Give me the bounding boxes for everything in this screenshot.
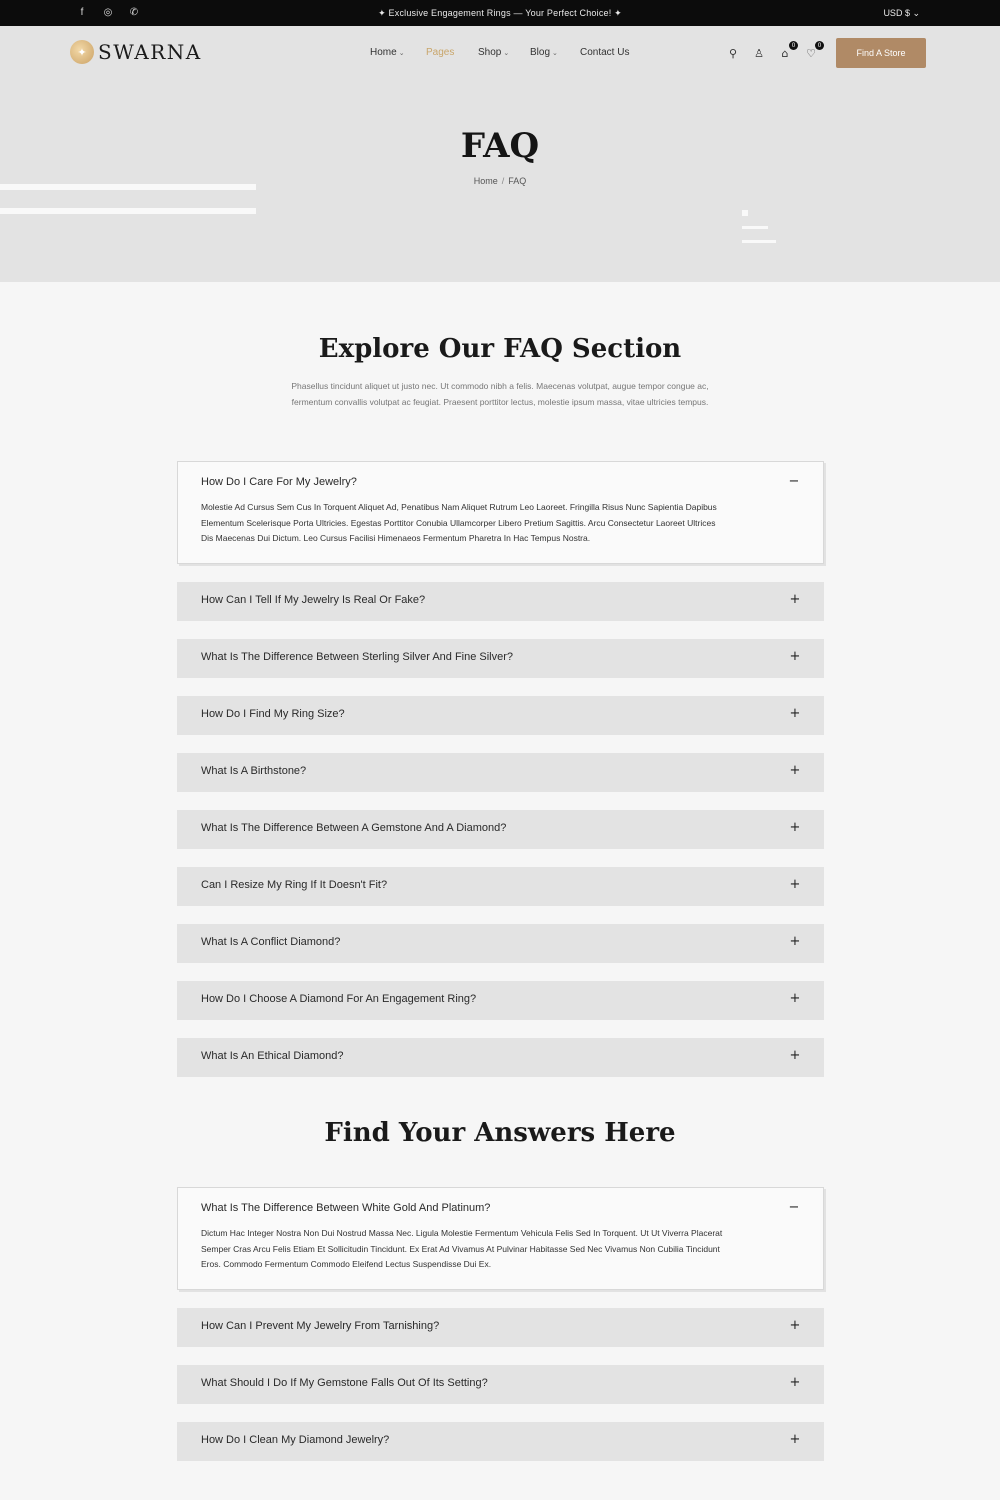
wishlist-icon[interactable]: ♡ 0: [804, 41, 824, 60]
decorative-line: [0, 208, 256, 214]
faq-question[interactable]: How Do I Clean My Diamond Jewelry?: [201, 1434, 389, 1446]
cart-glyph: ⌂: [781, 46, 789, 60]
faq-answer: Molestie Ad Cursus Sem Cus In Torquent A…: [201, 502, 717, 543]
nav-item-contact[interactable]: Contact Us: [580, 47, 629, 58]
faq-item[interactable]: Can I Resize My Ring If It Doesn't Fit? +: [177, 866, 824, 906]
logo-text: SWARNA: [98, 40, 202, 64]
plus-icon[interactable]: +: [788, 763, 802, 778]
chevron-down-icon: ⌄: [503, 49, 510, 57]
account-icon[interactable]: ♙: [752, 46, 766, 60]
faq-question[interactable]: What Should I Do If My Gemstone Falls Ou…: [201, 1377, 488, 1389]
nav-item-home[interactable]: Home ⌄: [370, 47, 426, 58]
plus-icon[interactable]: +: [788, 934, 802, 949]
faq-question[interactable]: How Do I Find My Ring Size?: [201, 708, 345, 720]
cart-icon[interactable]: ⌂ 0: [778, 41, 798, 60]
nav-label: Pages: [426, 47, 455, 58]
faq-item[interactable]: What Is The Difference Between A Gemston…: [177, 809, 824, 849]
faq-item[interactable]: How Can I Prevent My Jewelry From Tarnis…: [177, 1307, 824, 1347]
plus-icon[interactable]: +: [788, 991, 802, 1006]
faq-answer: Dictum Hac Integer Nostra Non Dui Nostru…: [201, 1228, 723, 1269]
breadcrumb-separator: /: [501, 176, 505, 186]
faq-item[interactable]: What Is The Difference Between White Gol…: [177, 1187, 824, 1290]
breadcrumb-current: FAQ: [508, 176, 527, 186]
nav-item-pages[interactable]: Pages: [426, 47, 478, 58]
faq-item[interactable]: How Can I Tell If My Jewelry Is Real Or …: [177, 581, 824, 621]
faq-list: How Do I Care For My Jewelry? − Molestie A…: [177, 461, 824, 1095]
faq-item[interactable]: What Is A Conflict Diamond? +: [177, 923, 824, 963]
chevron-down-icon: ⌄: [552, 49, 558, 57]
nav-item-shop[interactable]: Shop ⌄: [478, 47, 530, 58]
main-nav: Home ⌄ Pages Shop ⌄ Blog ⌄ Contact Us: [370, 47, 629, 58]
faq-item[interactable]: How Do I Clean My Diamond Jewelry? +: [177, 1421, 824, 1461]
minus-icon[interactable]: −: [787, 1200, 801, 1215]
faq-question[interactable]: What Is The Difference Between A Gemston…: [201, 822, 506, 834]
wishlist-count-badge: 0: [815, 41, 824, 50]
plus-icon[interactable]: +: [788, 820, 802, 835]
header-icons: ⚲ ♙ ⌂ 0 ♡ 0: [726, 41, 824, 60]
page-title: FAQ: [460, 126, 540, 166]
plus-icon[interactable]: +: [788, 592, 802, 607]
decorative-line: [742, 240, 776, 243]
nav-label: Shop: [478, 47, 502, 58]
plus-icon[interactable]: +: [788, 1375, 802, 1390]
faq-item[interactable]: What Is The Difference Between Sterling …: [177, 638, 824, 678]
faq-question[interactable]: What Is The Difference Between White Gol…: [178, 1188, 823, 1214]
chevron-down-icon: ⌄: [398, 49, 405, 57]
faq-item[interactable]: What Should I Do If My Gemstone Falls Ou…: [177, 1364, 824, 1404]
breadcrumb-home[interactable]: Home: [474, 176, 498, 186]
search-icon[interactable]: ⚲: [726, 46, 740, 60]
faq-item[interactable]: How Do I Find My Ring Size? +: [177, 695, 824, 735]
faq-question[interactable]: How Can I Prevent My Jewelry From Tarnis…: [201, 1320, 439, 1332]
faq-question[interactable]: Can I Resize My Ring If It Doesn't Fit?: [201, 879, 387, 891]
plus-icon[interactable]: +: [788, 706, 802, 721]
faq-item[interactable]: What Is A Birthstone? +: [177, 752, 824, 792]
announcement-bar: f ◎ ✆ ✦ Exclusive Engagement Rings — You…: [0, 0, 1000, 26]
faq-item[interactable]: What Is An Ethical Diamond? +: [177, 1037, 824, 1077]
faq-section-description: Phasellus tincidunt aliquet ut justo nec…: [291, 381, 709, 407]
faq-question[interactable]: How Do I Care For My Jewelry?: [178, 462, 823, 488]
plus-icon[interactable]: +: [788, 1048, 802, 1063]
faq-item[interactable]: How Do I Choose A Diamond For An Engagem…: [177, 980, 824, 1020]
decorative-line: [0, 184, 256, 190]
faq-question[interactable]: What Is An Ethical Diamond?: [201, 1050, 343, 1062]
faq-section-title: Explore Our FAQ Section: [318, 334, 682, 364]
faq-question[interactable]: How Can I Tell If My Jewelry Is Real Or …: [201, 594, 425, 606]
plus-icon[interactable]: +: [788, 877, 802, 892]
logo-icon: ✦: [70, 40, 94, 64]
plus-icon[interactable]: +: [788, 1318, 802, 1333]
find-store-button[interactable]: Find A Store: [836, 38, 926, 68]
faq-question[interactable]: How Do I Choose A Diamond For An Engagem…: [201, 993, 476, 1005]
decorative-dot: [742, 210, 748, 216]
faq-item[interactable]: How Do I Care For My Jewelry? − Molestie A…: [177, 461, 824, 564]
answers-section-title: Find Your Answers Here: [324, 1118, 676, 1148]
nav-label: Home: [370, 47, 397, 58]
answers-faq-list: What Is The Difference Between White Gol…: [177, 1187, 824, 1479]
cart-count-badge: 0: [789, 41, 798, 50]
faq-question[interactable]: What Is A Conflict Diamond?: [201, 936, 340, 948]
wishlist-glyph: ♡: [806, 46, 816, 60]
faq-question[interactable]: What Is The Difference Between Sterling …: [201, 651, 513, 663]
page-header: ✦ SWARNA Home ⌄ Pages Shop ⌄ Blog ⌄ Contact…: [0, 26, 1000, 282]
announcement-text: ✦ Exclusive Engagement Rings — Your Perf…: [378, 8, 622, 18]
minus-icon[interactable]: −: [787, 474, 801, 489]
nav-item-blog[interactable]: Blog ⌄: [530, 47, 580, 58]
site-logo[interactable]: ✦ SWARNA: [70, 40, 202, 64]
nav-label: Blog: [530, 47, 551, 58]
currency-selector[interactable]: USD $ ⌄: [883, 8, 920, 19]
plus-icon[interactable]: +: [788, 1432, 802, 1447]
faq-question[interactable]: What Is A Birthstone?: [201, 765, 306, 777]
decorative-line: [742, 226, 768, 229]
nav-label: Contact Us: [580, 47, 630, 58]
plus-icon[interactable]: +: [788, 649, 802, 664]
